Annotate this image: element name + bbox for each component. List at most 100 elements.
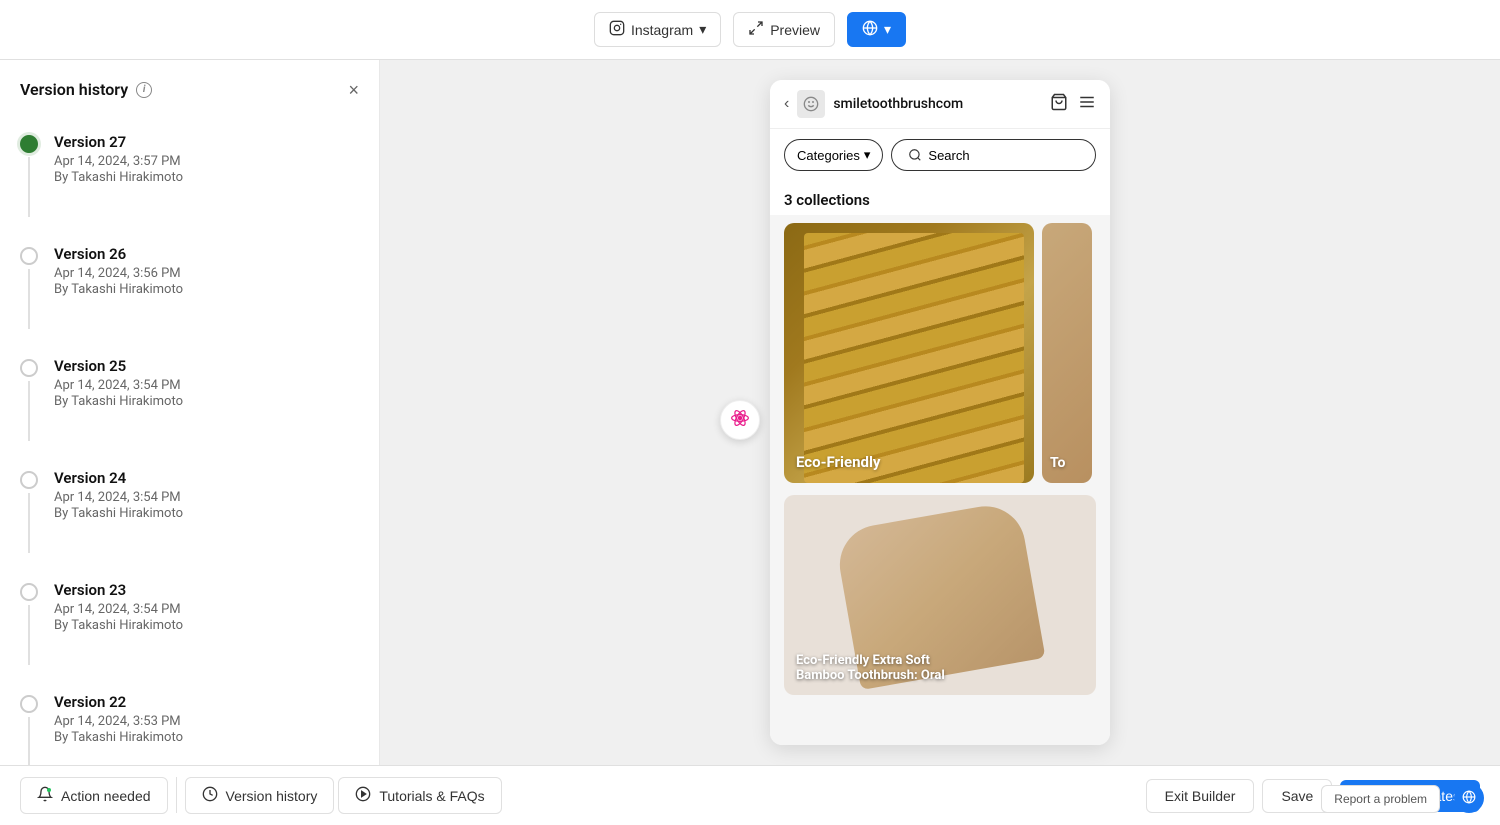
mobile-nav-bar: ‹ smiletoothbrushcom: [770, 80, 1110, 129]
partial-card[interactable]: To: [1042, 223, 1092, 483]
version-item-24[interactable]: Version 24 Apr 14, 2024, 3:54 PM By Taka…: [0, 455, 379, 567]
back-button[interactable]: ‹: [784, 95, 789, 113]
partial-label: To: [1050, 455, 1065, 471]
action-needed-button[interactable]: Action needed: [20, 777, 168, 814]
version-dot-26: [20, 247, 38, 265]
report-problem-button[interactable]: Report a problem: [1321, 785, 1440, 813]
version-date-23: Apr 14, 2024, 3:54 PM: [54, 602, 359, 617]
globe-dropdown-icon: ▾: [884, 21, 891, 38]
categories-button[interactable]: Categories ▾: [784, 139, 883, 171]
eco-friendly-card[interactable]: Eco-Friendly: [784, 223, 1034, 483]
version-author-23: By Takashi Hirakimoto: [54, 618, 359, 633]
version-name-23: Version 23: [54, 581, 359, 599]
eco-friendly-label: Eco-Friendly: [796, 453, 880, 471]
preview-button[interactable]: Preview: [733, 12, 835, 47]
collections-row-1: Eco-Friendly To: [770, 215, 1110, 491]
search-label: Search: [928, 148, 969, 163]
version-info-25: Version 25 Apr 14, 2024, 3:54 PM By Taka…: [54, 357, 359, 409]
version-item-27[interactable]: Version 27 Apr 14, 2024, 3:57 PM By Taka…: [0, 119, 379, 231]
bottom-bar: Action needed Version history Tutorials …: [0, 765, 1500, 825]
version-name-26: Version 26: [54, 245, 359, 263]
collections-scroll: Eco-Friendly To Eco-Friendly Extra SoftB…: [770, 215, 1110, 745]
tutorials-label: Tutorials & FAQs: [379, 788, 484, 804]
version-dot-container: [20, 469, 38, 553]
categories-chevron-icon: ▾: [864, 147, 871, 163]
version-info-26: Version 26 Apr 14, 2024, 3:56 PM By Taka…: [54, 245, 359, 297]
version-name-22: Version 22: [54, 693, 359, 711]
soft-card[interactable]: Eco-Friendly Extra SoftBamboo Toothbrush…: [784, 495, 1096, 695]
search-button[interactable]: Search: [891, 139, 1096, 171]
version-line: [28, 717, 30, 765]
version-author-26: By Takashi Hirakimoto: [54, 282, 359, 297]
version-line: [28, 269, 30, 329]
mobile-preview-frame: ‹ smiletoothbrushcom: [770, 80, 1110, 745]
expand-icon: [748, 20, 764, 39]
atom-icon: [730, 408, 750, 432]
version-line: [28, 157, 30, 217]
version-list: Version 27 Apr 14, 2024, 3:57 PM By Taka…: [0, 119, 379, 765]
version-info-23: Version 23 Apr 14, 2024, 3:54 PM By Taka…: [54, 581, 359, 633]
preview-area: ‹ smiletoothbrushcom: [380, 60, 1500, 765]
version-line: [28, 493, 30, 553]
version-name-24: Version 24: [54, 469, 359, 487]
report-label: Report a problem: [1334, 792, 1427, 806]
version-history-sidebar: Version history i × Version 27 Apr 14, 2…: [0, 60, 380, 765]
version-date-24: Apr 14, 2024, 3:54 PM: [54, 490, 359, 505]
version-name-27: Version 27: [54, 133, 359, 151]
site-logo: [797, 90, 825, 118]
instagram-button[interactable]: Instagram ▾: [594, 12, 721, 47]
version-dot-27: [20, 135, 38, 153]
globe-footer-button[interactable]: [1454, 783, 1484, 813]
version-history-icon: [202, 786, 218, 805]
version-dot-23: [20, 583, 38, 601]
version-author-27: By Takashi Hirakimoto: [54, 170, 359, 185]
exit-label: Exit Builder: [1165, 788, 1236, 804]
version-author-22: By Takashi Hirakimoto: [54, 730, 359, 745]
version-date-25: Apr 14, 2024, 3:54 PM: [54, 378, 359, 393]
preview-label: Preview: [770, 22, 820, 38]
version-info-27: Version 27 Apr 14, 2024, 3:57 PM By Taka…: [54, 133, 359, 185]
version-dot-24: [20, 471, 38, 489]
exit-builder-button[interactable]: Exit Builder: [1146, 779, 1255, 813]
collections-count-label: 3 collections: [770, 181, 1110, 215]
version-date-26: Apr 14, 2024, 3:56 PM: [54, 266, 359, 281]
bottom-divider: [176, 777, 177, 813]
mobile-search-area: Categories ▾ Search: [770, 129, 1110, 181]
tutorials-button[interactable]: Tutorials & FAQs: [338, 777, 501, 814]
version-dot-container: [20, 245, 38, 329]
save-label: Save: [1281, 788, 1313, 804]
menu-button[interactable]: [1078, 93, 1096, 116]
globe-footer-icon: [1462, 790, 1476, 807]
action-needed-label: Action needed: [61, 788, 151, 804]
close-sidebar-button[interactable]: ×: [348, 81, 359, 99]
bottom-left-actions: Action needed Version history Tutorials …: [20, 777, 502, 814]
version-dot-container: [20, 693, 38, 765]
version-info-22: Version 22 Apr 14, 2024, 3:53 PM By Taka…: [54, 693, 359, 745]
mobile-nav-right: [1050, 93, 1096, 116]
mobile-nav-left: ‹ smiletoothbrushcom: [784, 90, 963, 118]
globe-toolbar-icon: [862, 20, 878, 39]
version-dot-container: [20, 357, 38, 441]
categories-label: Categories: [797, 148, 860, 163]
top-toolbar: Instagram ▾ Preview ▾: [0, 0, 1500, 60]
version-author-24: By Takashi Hirakimoto: [54, 506, 359, 521]
version-author-25: By Takashi Hirakimoto: [54, 394, 359, 409]
version-history-label: Version history: [226, 788, 318, 804]
version-item-23[interactable]: Version 23 Apr 14, 2024, 3:54 PM By Taka…: [0, 567, 379, 679]
instagram-chevron-icon: ▾: [699, 21, 706, 38]
version-name-25: Version 25: [54, 357, 359, 375]
version-dot-22: [20, 695, 38, 713]
version-item-22[interactable]: Version 22 Apr 14, 2024, 3:53 PM By Taka…: [0, 679, 379, 765]
version-history-button[interactable]: Version history: [185, 777, 335, 814]
info-icon[interactable]: i: [136, 82, 152, 98]
version-item-25[interactable]: Version 25 Apr 14, 2024, 3:54 PM By Taka…: [0, 343, 379, 455]
version-date-22: Apr 14, 2024, 3:53 PM: [54, 714, 359, 729]
instagram-label: Instagram: [631, 22, 693, 38]
cart-button[interactable]: [1050, 93, 1068, 116]
main-area: Version history i × Version 27 Apr 14, 2…: [0, 60, 1500, 765]
soft-label: Eco-Friendly Extra SoftBamboo Toothbrush…: [796, 653, 1084, 683]
atom-icon-button[interactable]: [720, 400, 760, 440]
version-item-26[interactable]: Version 26 Apr 14, 2024, 3:56 PM By Taka…: [0, 231, 379, 343]
globe-button[interactable]: ▾: [847, 12, 906, 47]
version-dot-container: [20, 581, 38, 665]
